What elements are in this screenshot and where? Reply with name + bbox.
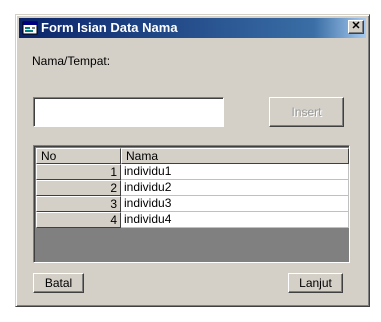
nama-cell[interactable]: individu4 bbox=[121, 212, 349, 228]
row-number-cell[interactable]: 2 bbox=[36, 180, 121, 196]
insert-button[interactable]: Insert bbox=[269, 97, 344, 127]
row-number-cell[interactable]: 3 bbox=[36, 196, 121, 212]
nama-tempat-input[interactable] bbox=[33, 97, 224, 127]
close-button[interactable]: ✕ bbox=[348, 20, 364, 34]
form-window: Form Isian Data Nama ✕ Nama/Tempat: Inse… bbox=[15, 14, 370, 307]
row-number-cell[interactable]: 4 bbox=[36, 212, 121, 228]
title-bar[interactable]: Form Isian Data Nama ✕ bbox=[19, 18, 366, 38]
window-title: Form Isian Data Nama bbox=[41, 20, 178, 35]
nama-cell[interactable]: individu3 bbox=[121, 196, 349, 212]
table-row[interactable]: 1 individu1 bbox=[36, 164, 349, 180]
lanjut-button[interactable]: Lanjut bbox=[288, 273, 343, 293]
grid-header-row: No Nama bbox=[36, 148, 349, 164]
column-header-no[interactable]: No bbox=[36, 148, 121, 164]
row-number-cell[interactable]: 1 bbox=[36, 164, 121, 180]
nama-cell[interactable]: individu1 bbox=[121, 164, 349, 180]
table-row[interactable]: 3 individu3 bbox=[36, 196, 349, 212]
table-row[interactable]: 2 individu2 bbox=[36, 180, 349, 196]
nama-cell[interactable]: individu2 bbox=[121, 180, 349, 196]
nama-tempat-label: Nama/Tempat: bbox=[32, 54, 111, 68]
column-header-nama[interactable]: Nama bbox=[121, 148, 349, 164]
table-row[interactable]: 4 individu4 bbox=[36, 212, 349, 228]
grid-body: No Nama 1 individu1 2 individu2 3 indivi… bbox=[36, 148, 349, 228]
batal-button[interactable]: Batal bbox=[33, 273, 84, 293]
data-grid[interactable]: No Nama 1 individu1 2 individu2 3 indivi… bbox=[33, 145, 350, 263]
form-app-icon bbox=[22, 21, 38, 35]
close-icon: ✕ bbox=[351, 20, 361, 32]
